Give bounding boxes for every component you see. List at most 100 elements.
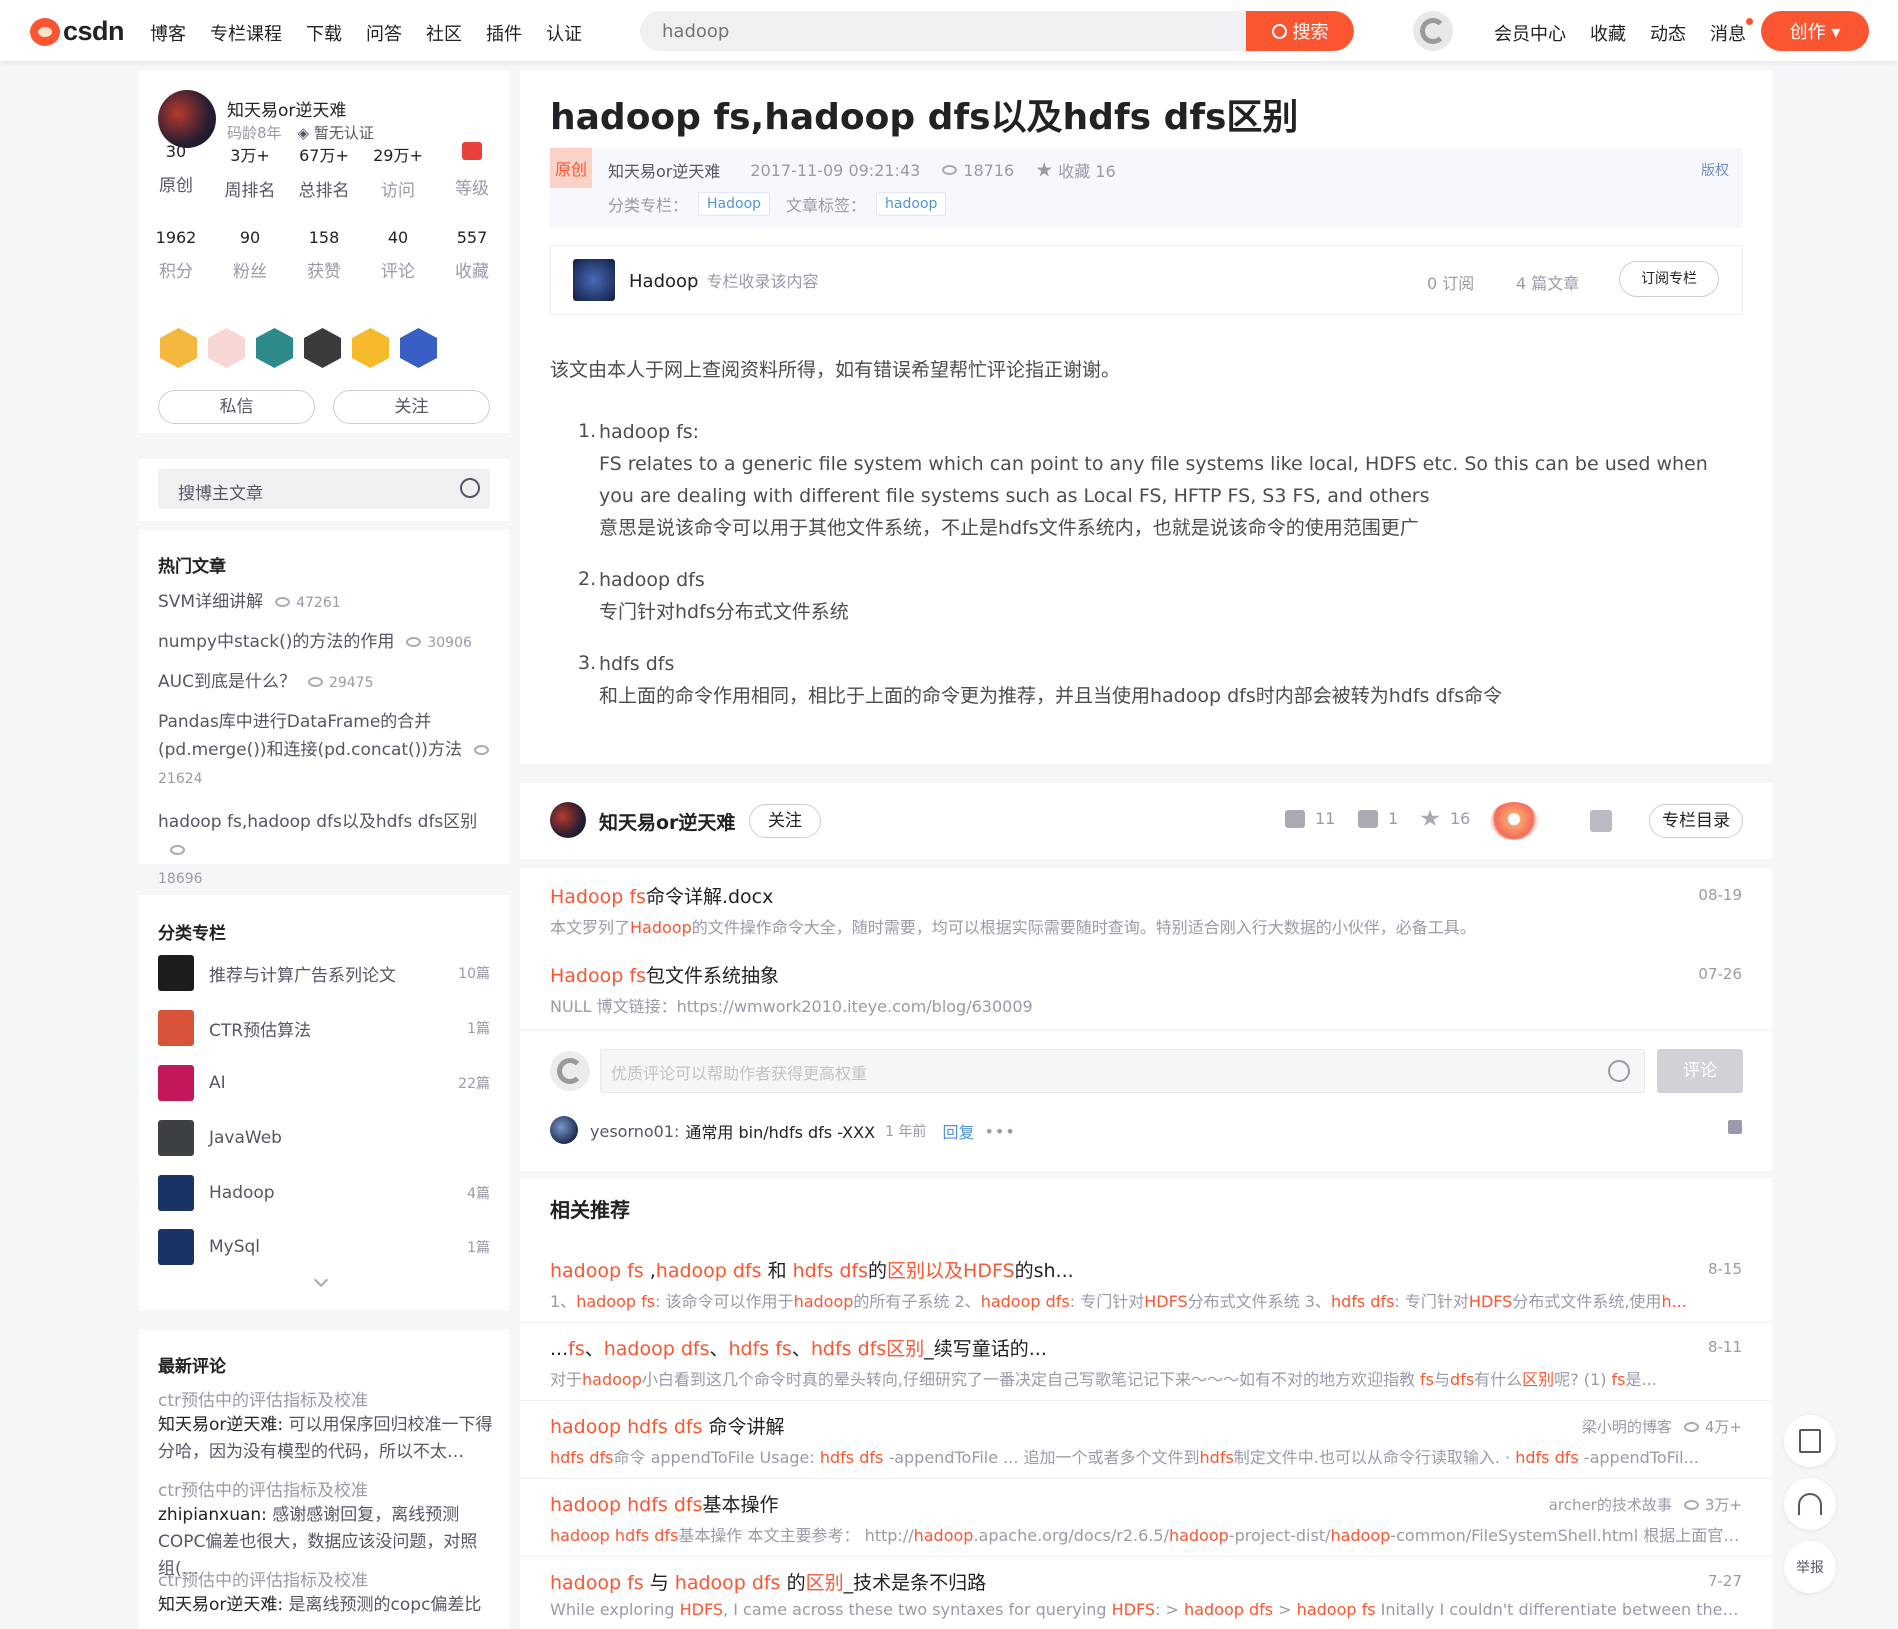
search-button[interactable]: 搜索 <box>1246 11 1354 51</box>
more-icon[interactable]: ••• <box>984 1122 1015 1141</box>
stat-weekly-rank[interactable]: 3万+ 周排名 <box>213 142 287 201</box>
related-item-desc[interactable]: NULL 博文链接：https://wmwork2010.iteye.com/b… <box>550 993 1740 1017</box>
author-name[interactable]: 知天易or逆天难 <box>227 96 346 121</box>
nav-community[interactable]: 社区 <box>426 20 462 46</box>
hot-article-item[interactable]: Pandas库中进行DataFrame的合并(pd.merge())和连接(pd… <box>158 708 498 793</box>
badge-icon[interactable] <box>400 328 437 368</box>
emoji-icon[interactable] <box>1608 1060 1630 1082</box>
follow-author-button[interactable]: 关注 <box>333 390 490 424</box>
follow-button[interactable]: 关注 <box>749 804 821 838</box>
commenter-name[interactable]: yesorno01: <box>590 1122 679 1141</box>
level-icon <box>462 142 482 160</box>
copyright-link[interactable]: 版权 <box>1701 160 1729 180</box>
related-item-desc[interactable]: 本文罗列了Hadoop的文件操作命令大全，随时需要，均可以根据实际需要随时查询。… <box>550 914 1740 938</box>
column-name[interactable]: Hadoop <box>629 271 698 292</box>
nav-certification[interactable]: 认证 <box>546 20 582 46</box>
column-item[interactable]: MySql 1篇 <box>158 1229 490 1265</box>
stat-total-rank[interactable]: 67万+ 总排名 <box>287 142 361 201</box>
comment-topic[interactable]: ctr预估中的评估指标及校准 <box>158 1476 368 1501</box>
comment-topic[interactable]: ctr预估中的评估指标及校准 <box>158 1386 368 1411</box>
category-tag[interactable]: Hadoop <box>698 192 771 216</box>
column-include-box: Hadoop 专栏收录该内容 0 订阅 4 篇文章 订阅专栏 <box>550 245 1743 315</box>
stat-comments: 40 评论 <box>381 228 415 282</box>
like-button[interactable]: 11 <box>1285 809 1335 828</box>
column-item[interactable]: 推荐与计算广告系列论文 10篇 <box>158 955 490 991</box>
column-thumbnail[interactable] <box>573 259 615 301</box>
private-message-button[interactable]: 私信 <box>158 390 315 424</box>
support-tool[interactable] <box>1784 1478 1836 1530</box>
activity-link[interactable]: 动态 <box>1650 20 1686 46</box>
star-icon[interactable] <box>1036 162 1052 177</box>
column-item[interactable]: Hadoop 4篇 <box>158 1175 490 1211</box>
related-item-author[interactable]: 梁小明的博客 4万+ <box>1582 1416 1742 1437</box>
related-item-title[interactable]: hadoop hdfs dfs 命令讲解 <box>550 1412 785 1439</box>
stat-level[interactable]: 等级 <box>435 142 509 201</box>
hot-article-item[interactable]: AUC到底是什么？ 29475 <box>158 668 498 697</box>
related-item-desc[interactable]: 对于hadoop小白看到这几个命令时真的晕头转向,仔细研究了一番决定自己写歌笔记… <box>550 1366 1740 1390</box>
related-item-title[interactable]: hadoop hdfs dfs基本操作 <box>550 1490 779 1517</box>
submit-comment-button[interactable]: 评论 <box>1657 1049 1743 1093</box>
related-item-desc[interactable]: 1、hadoop fs: 该命令可以作用于hadoop的所有子系统 2、hado… <box>550 1288 1740 1312</box>
subscribe-column-button[interactable]: 订阅专栏 <box>1619 261 1719 297</box>
author-avatar[interactable] <box>550 802 586 838</box>
related-item-title[interactable]: hadoop fs ,hadoop dfs 和 hdfs dfs的区别以及HDF… <box>550 1256 1074 1283</box>
stats-row-1: 30 原创 3万+ 周排名 67万+ 总排名 29万+ 访问 等级 <box>139 142 509 201</box>
chevron-down-icon[interactable] <box>313 1272 329 1288</box>
article-author[interactable]: 知天易or逆天难 <box>608 158 720 182</box>
related-item-title[interactable]: hadoop fs 与 hadoop dfs 的区别_技术是条不归路 <box>550 1568 986 1595</box>
user-avatar[interactable] <box>1413 11 1453 51</box>
favorites-link[interactable]: 收藏 <box>1590 20 1626 46</box>
search-icon[interactable] <box>460 478 480 498</box>
thumbs-up-icon[interactable] <box>1728 1120 1742 1134</box>
comment-button[interactable]: 1 <box>1358 809 1398 828</box>
stat-original[interactable]: 30 原创 <box>139 142 213 201</box>
messages-link[interactable]: 消息 <box>1710 18 1753 46</box>
reply-link[interactable]: 回复 <box>942 1119 974 1143</box>
nav-blog[interactable]: 博客 <box>150 20 186 46</box>
badge-icon[interactable] <box>208 328 245 368</box>
collect-count[interactable]: 收藏 16 <box>1058 158 1115 182</box>
related-item-title[interactable]: ...fs、hadoop dfs、hdfs fs、hdfs dfs区别_续写童话… <box>550 1334 1047 1361</box>
related-item-desc[interactable]: hadoop hdfs dfs基本操作 本文主要参考： http://hadoo… <box>550 1522 1740 1546</box>
hot-article-item[interactable]: numpy中stack()的方法的作用 30906 <box>158 628 498 657</box>
column-item[interactable]: JavaWeb <box>158 1120 490 1156</box>
nav-plugin[interactable]: 插件 <box>486 20 522 46</box>
nav-qa[interactable]: 问答 <box>366 20 402 46</box>
hot-article-item[interactable]: hadoop fs,hadoop dfs以及hdfs dfs区别 18696 <box>158 808 498 893</box>
collect-button[interactable]: 16 <box>1420 809 1470 828</box>
column-item[interactable]: AI 22篇 <box>158 1065 490 1101</box>
nav-download[interactable]: 下载 <box>306 20 342 46</box>
related-item-date: 7-27 <box>1707 1572 1742 1590</box>
related-item-desc[interactable]: hdfs dfs命令 appendToFile Usage: hdfs dfs … <box>550 1444 1740 1468</box>
badge-icon[interactable] <box>160 328 197 368</box>
blog-search-card: 搜博主文章 <box>139 459 509 521</box>
related-item-title[interactable]: Hadoop fs包文件系统抽象 <box>550 961 779 988</box>
member-center-link[interactable]: 会员中心 <box>1494 20 1566 46</box>
commenter-avatar[interactable] <box>550 1116 578 1144</box>
related-item-title[interactable]: Hadoop fs命令详解.docx <box>550 882 773 909</box>
comment-body[interactable]: 知天易or逆天难: 可以用保序回归校准一下得分哈，因为没有模型的代码，所以不太… <box>158 1412 493 1466</box>
reward-icon[interactable] <box>1490 802 1538 840</box>
related-item-author[interactable]: archer的技术故事 3万+ <box>1549 1494 1742 1515</box>
report-tool[interactable]: 举报 <box>1784 1541 1836 1593</box>
author-avatar[interactable] <box>158 90 216 148</box>
author-name[interactable]: 知天易or逆天难 <box>599 808 735 835</box>
badge-icon[interactable] <box>304 328 341 368</box>
column-menu-button[interactable]: 专栏目录 <box>1649 804 1743 838</box>
create-button[interactable]: 创作 ▾ <box>1761 11 1869 51</box>
comment-topic[interactable]: ctr预估中的评估指标及校准 <box>158 1566 368 1591</box>
edit-tool[interactable] <box>1784 1415 1836 1467</box>
hot-article-item[interactable]: SVM详细讲解 47261 <box>158 588 498 617</box>
global-search-input[interactable] <box>640 11 1240 51</box>
badge-icon[interactable] <box>256 328 293 368</box>
comment-body[interactable]: 知天易or逆天难: 是离线预测的copc偏差比 <box>158 1592 493 1619</box>
share-icon[interactable] <box>1590 810 1612 832</box>
badge-icon[interactable] <box>352 328 389 368</box>
csdn-logo[interactable]: CSDN <box>30 16 125 47</box>
article-tag[interactable]: hadoop <box>876 192 947 216</box>
related-item-desc[interactable]: While exploring HDFS, I came across thes… <box>550 1600 1740 1619</box>
blog-search-input[interactable]: 搜博主文章 <box>158 469 490 509</box>
comment-input[interactable]: 优质评论可以帮助作者获得更高权重 <box>600 1049 1645 1093</box>
column-item[interactable]: CTR预估算法 1篇 <box>158 1010 490 1046</box>
nav-courses[interactable]: 专栏课程 <box>210 20 282 46</box>
